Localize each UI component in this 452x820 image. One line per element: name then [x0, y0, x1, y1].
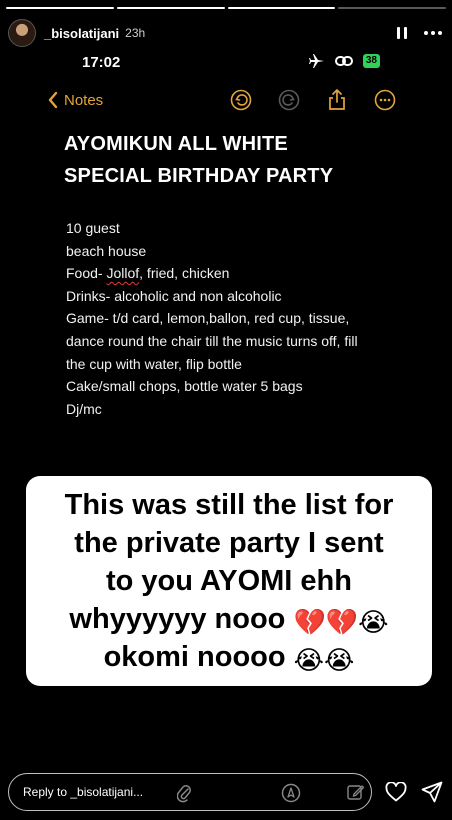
caption-line: okomi noooo 😭😭	[34, 638, 424, 676]
note-line-drinks: Drinks- alcoholic and non alcoholic	[66, 287, 282, 304]
username[interactable]: _bisolatijani	[44, 26, 119, 41]
airplane-icon	[308, 54, 324, 68]
navigation-icon	[281, 783, 301, 808]
note-body: 10 guest beach house Food- Jollof, fried…	[66, 217, 396, 420]
send-icon[interactable]	[420, 780, 444, 804]
progress-segment	[116, 7, 225, 9]
food-rest: , fried, chicken	[139, 265, 230, 282]
caption-line: This was still the list for	[64, 489, 394, 521]
note-line-guests: 10 guest	[66, 220, 120, 236]
caption-line: the private party I sent	[74, 527, 384, 559]
progress-segment	[6, 7, 114, 9]
notes-toolbar: Notes	[48, 88, 396, 112]
note-line-dj: Dj/mc	[66, 400, 102, 417]
food-prefix: Food-	[66, 265, 107, 282]
caption-line: to you AYOMI ehh	[106, 565, 352, 597]
note-title-line: AYOMIKUN ALL WHITE	[64, 133, 288, 155]
note-line-game-3: the cup with water, flip bottle	[66, 355, 242, 372]
story-progress-bar	[6, 7, 446, 9]
note-title: AYOMIKUN ALL WHITE SPECIAL BIRTHDAY PART…	[64, 128, 404, 192]
reply-input[interactable]: Reply to _bisolatijani...	[8, 773, 372, 811]
phone-status-bar: 17:02 38	[0, 54, 452, 72]
spellcheck-word: Jollof	[106, 265, 140, 282]
share-icon[interactable]	[326, 89, 348, 111]
note-line-cake: Cake/small chops, bottle water 5 bags	[66, 378, 303, 395]
caption-text: whyyyyyy nooo	[69, 603, 294, 635]
paperclip-icon	[176, 783, 191, 808]
more-options-icon[interactable]	[424, 31, 442, 35]
undo-icon[interactable]	[230, 89, 252, 111]
battery-icon: 38	[362, 54, 380, 68]
progress-segment	[338, 7, 446, 9]
story-header: _bisolatijani 23h	[8, 18, 442, 48]
link-icon	[334, 56, 353, 66]
reply-bar: Reply to _bisolatijani...	[8, 772, 444, 812]
chevron-left-icon	[48, 92, 58, 108]
more-circle-icon[interactable]	[374, 89, 396, 111]
reply-placeholder: Reply to _bisolatijani...	[23, 785, 144, 799]
time-ago: 23h	[125, 26, 146, 40]
notes-back-button[interactable]: Notes	[48, 92, 103, 109]
note-line-food: Food- Jollof, fried, chicken	[66, 262, 396, 285]
note-line-game-2: dance round the chair till the music tur…	[66, 332, 358, 349]
caption-line: whyyyyyy nooo 💔💔😭	[34, 600, 424, 638]
story-caption: This was still the list for the private …	[26, 476, 432, 686]
status-clock: 17:02	[82, 54, 121, 71]
pause-icon[interactable]	[394, 25, 410, 41]
markup-icon	[347, 783, 365, 806]
broken-heart-crying-emoji: 💔💔😭	[293, 608, 389, 638]
note-line-game-1: Game- t/d card, lemon,ballon, red cup, t…	[66, 310, 350, 327]
progress-segment	[227, 7, 336, 9]
note-line-venue: beach house	[66, 242, 147, 259]
avatar[interactable]	[8, 19, 36, 47]
heart-icon[interactable]	[384, 780, 408, 804]
crying-emoji: 😭😭	[293, 646, 355, 676]
redo-icon[interactable]	[278, 89, 300, 111]
note-title-line: SPECIAL BIRTHDAY PARTY	[64, 165, 334, 187]
notes-back-label: Notes	[64, 91, 104, 109]
caption-text: okomi noooo	[103, 641, 294, 673]
